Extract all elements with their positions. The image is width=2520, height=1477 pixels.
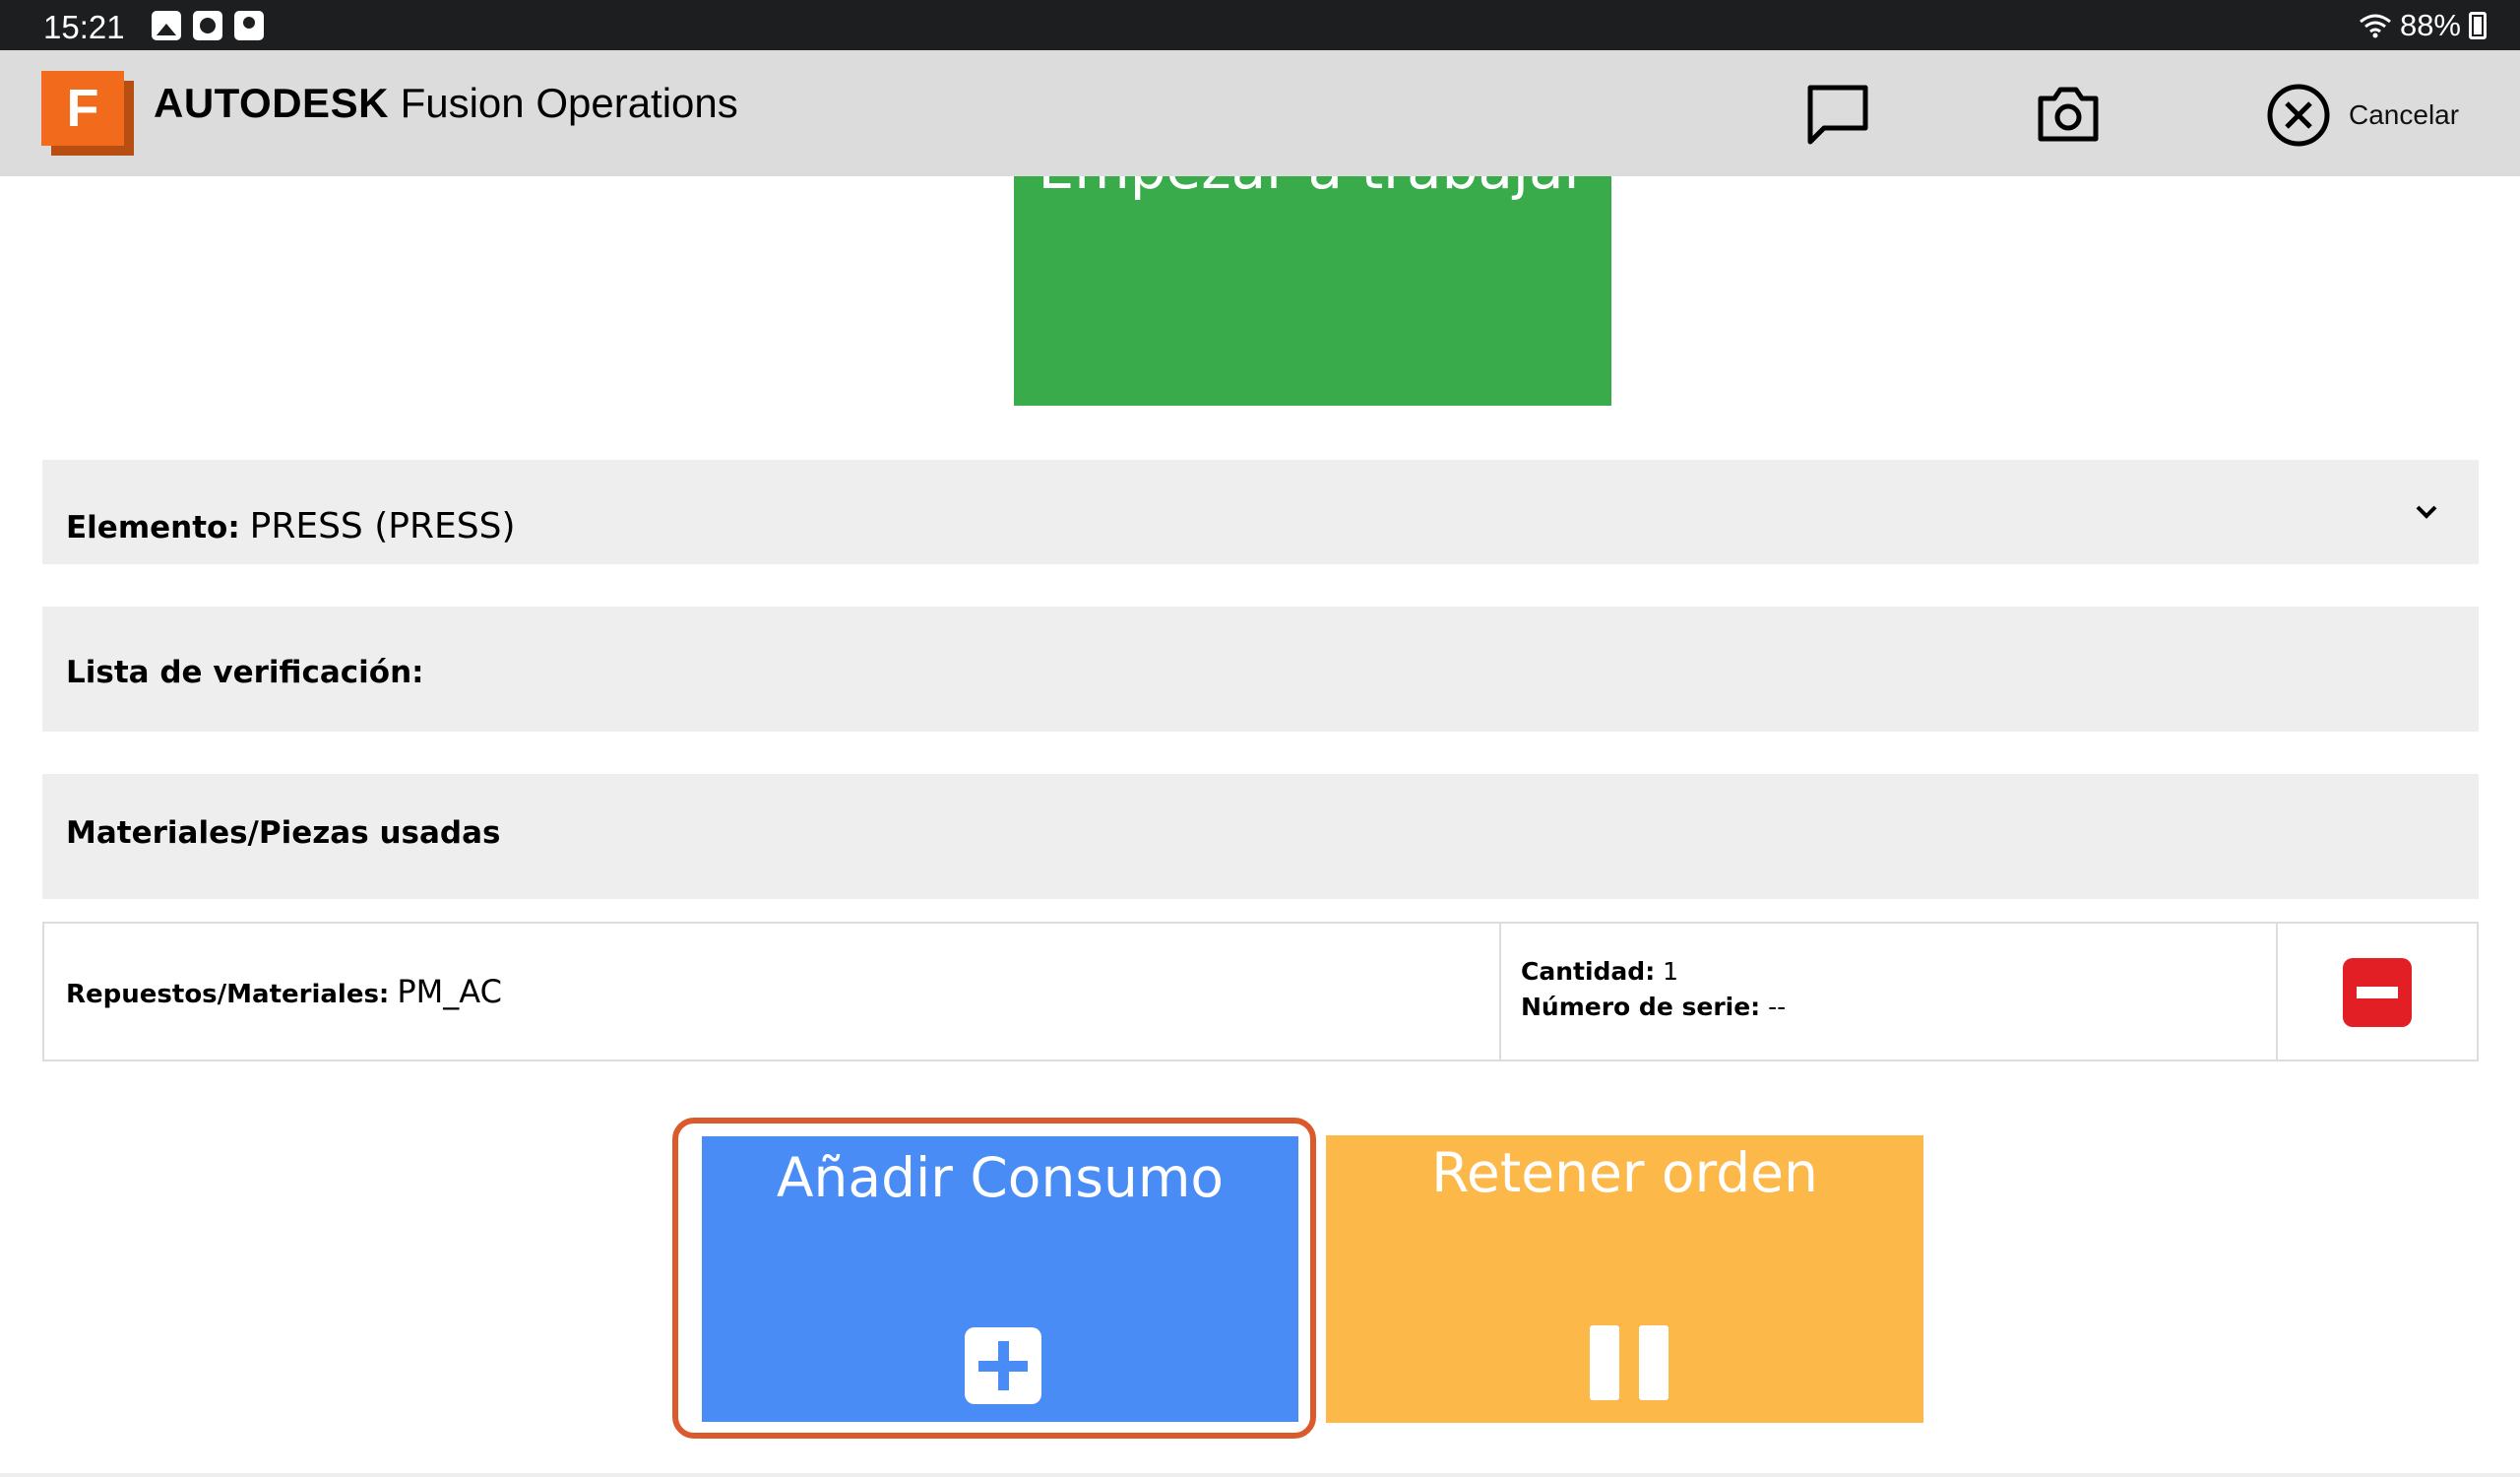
comment-button[interactable] bbox=[1801, 78, 1874, 151]
app-header: F AUTODESK Fusion Operations Cancelar bbox=[0, 50, 2520, 176]
battery-percent: 88% bbox=[2399, 8, 2461, 42]
quantity-value: 1 bbox=[1663, 957, 1679, 986]
brand-product: Fusion Operations bbox=[388, 80, 738, 126]
material-quantity-cell: Cantidad: 1 Número de serie: -- bbox=[1501, 924, 2278, 1060]
serial-value: -- bbox=[1768, 993, 1787, 1021]
hold-order-label: Retener orden bbox=[1431, 1141, 1818, 1204]
element-value: PRESS (PRESS) bbox=[249, 506, 516, 546]
close-circle-icon bbox=[2267, 84, 2330, 147]
person-app-icon bbox=[234, 11, 264, 40]
materials-label: Materiales/Piezas usadas bbox=[66, 815, 501, 851]
parts-value: PM_AC bbox=[397, 973, 502, 1010]
comment-icon bbox=[1807, 85, 1868, 145]
status-system-tray: 88% bbox=[2359, 8, 2487, 43]
gallery-icon bbox=[152, 11, 181, 40]
remove-material-button[interactable] bbox=[2343, 958, 2412, 1027]
materials-panel[interactable]: Materiales/Piezas usadas bbox=[42, 774, 2479, 899]
material-parts: Repuestos/Materiales: PM_AC bbox=[66, 973, 502, 1010]
serial-label: Número de serie: bbox=[1521, 993, 1761, 1021]
plus-icon bbox=[965, 1327, 1041, 1404]
parts-label: Repuestos/Materiales: bbox=[66, 980, 390, 1009]
element-label: Elemento: bbox=[66, 510, 240, 546]
wifi-icon bbox=[2360, 14, 2391, 38]
add-consumption-label: Añadir Consumo bbox=[776, 1146, 1225, 1209]
app-title: AUTODESK Fusion Operations bbox=[154, 80, 738, 127]
pause-icon bbox=[1590, 1325, 1669, 1400]
start-work-label: Empezar a trabajar bbox=[1014, 176, 1611, 202]
cancel-label: Cancelar bbox=[2349, 99, 2460, 130]
camera-icon bbox=[2038, 87, 2099, 142]
logo-letter: F bbox=[41, 71, 124, 146]
clock-app-icon bbox=[193, 11, 222, 40]
element-panel[interactable]: Elemento: PRESS (PRESS) bbox=[42, 460, 2479, 564]
brand-autodesk: AUTODESK bbox=[154, 80, 389, 126]
checklist-label: Lista de verificación: bbox=[66, 655, 424, 690]
quantity-label: Cantidad: bbox=[1521, 957, 1656, 986]
cancel-button[interactable]: Cancelar bbox=[2266, 80, 2459, 151]
camera-button[interactable] bbox=[2032, 78, 2105, 151]
battery-charging-icon bbox=[2469, 12, 2487, 39]
quantity-line: Cantidad: 1 bbox=[1521, 957, 1678, 986]
status-time: 15:21 bbox=[43, 9, 125, 45]
element-field: Elemento: PRESS (PRESS) bbox=[66, 506, 516, 546]
serial-line: Número de serie: -- bbox=[1521, 993, 1786, 1021]
hold-order-button[interactable]: Retener orden bbox=[1326, 1135, 1923, 1423]
chevron-down-icon[interactable] bbox=[2414, 499, 2439, 525]
fusion-logo: F bbox=[41, 71, 135, 156]
status-bar: 15:21 88% bbox=[0, 0, 2520, 50]
material-row: Repuestos/Materiales: PM_AC Cantidad: 1 N… bbox=[42, 922, 2479, 1061]
material-parts-cell: Repuestos/Materiales: PM_AC bbox=[44, 924, 1501, 1060]
bottom-divider bbox=[0, 1473, 2520, 1477]
add-consumption-button[interactable]: Añadir Consumo bbox=[702, 1136, 1298, 1422]
checklist-panel[interactable]: Lista de verificación: bbox=[42, 607, 2479, 732]
start-work-button[interactable]: Empezar a trabajar bbox=[1014, 176, 1611, 406]
status-notification-icons bbox=[152, 11, 264, 40]
material-action-cell bbox=[2278, 924, 2479, 1060]
